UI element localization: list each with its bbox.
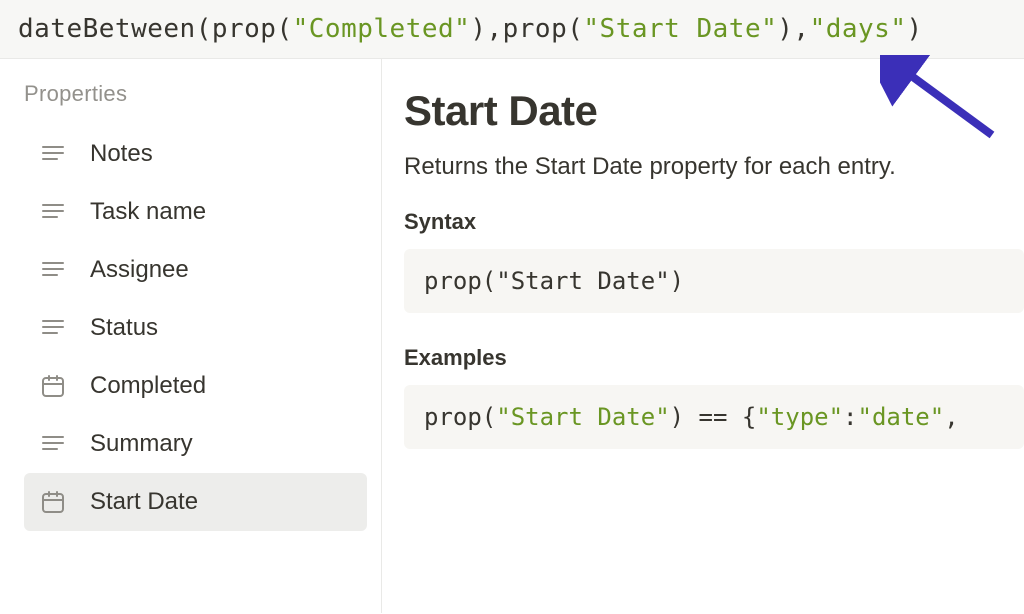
property-item-label: Assignee xyxy=(90,256,357,284)
text-icon xyxy=(36,311,70,345)
formula-token: ) xyxy=(906,14,922,44)
sidebar-heading: Properties xyxy=(24,81,367,107)
property-item-status[interactable]: Status xyxy=(24,299,367,357)
properties-sidebar: Properties Notes Task name Assignee Status C… xyxy=(0,59,382,613)
property-item-label: Status xyxy=(90,314,357,342)
property-item-label: Task name xyxy=(90,198,357,226)
property-item-summary[interactable]: Summary xyxy=(24,415,367,473)
formula-token: ( xyxy=(567,14,583,44)
detail-description: Returns the Start Date property for each… xyxy=(404,153,1024,181)
formula-token: dateBetween xyxy=(18,14,196,44)
syntax-code-block[interactable]: prop("Start Date") xyxy=(404,249,1024,313)
examples-heading: Examples xyxy=(404,345,1024,371)
formula-token: ( xyxy=(276,14,292,44)
properties-list: Notes Task name Assignee Status Completed Sum… xyxy=(24,125,367,531)
code-token: "date" xyxy=(858,403,945,431)
property-item-notes[interactable]: Notes xyxy=(24,125,367,183)
code-token: ( xyxy=(482,403,496,431)
code-token: prop xyxy=(424,403,482,431)
property-item-label: Start Date xyxy=(90,488,357,516)
property-item-assignee[interactable]: Assignee xyxy=(24,241,367,299)
property-item-completed[interactable]: Completed xyxy=(24,357,367,415)
formula-token: ) xyxy=(777,14,793,44)
property-item-label: Completed xyxy=(90,372,357,400)
property-item-task-name[interactable]: Task name xyxy=(24,183,367,241)
formula-token: ( xyxy=(196,14,212,44)
formula-token: prop xyxy=(503,14,568,44)
property-detail-pane: Start Date Returns the Start Date proper… xyxy=(382,59,1024,613)
code-token: : xyxy=(843,403,857,431)
calendar-icon xyxy=(36,369,70,403)
formula-bar[interactable]: dateBetween(prop("Completed"),prop("Star… xyxy=(0,0,1024,59)
formula-token: "Completed" xyxy=(293,14,471,44)
text-icon xyxy=(36,427,70,461)
example-code-block[interactable]: prop("Start Date") == {"type":"date", xyxy=(404,385,1024,449)
text-icon xyxy=(36,253,70,287)
text-icon xyxy=(36,137,70,171)
detail-title: Start Date xyxy=(404,87,1024,135)
syntax-heading: Syntax xyxy=(404,209,1024,235)
calendar-icon xyxy=(36,485,70,519)
code-token: "Start Date" xyxy=(496,403,669,431)
property-item-label: Summary xyxy=(90,430,357,458)
property-item-start-date[interactable]: Start Date xyxy=(24,473,367,531)
code-token: "type" xyxy=(756,403,843,431)
text-icon xyxy=(36,195,70,229)
formula-token: ) xyxy=(470,14,486,44)
formula-token: "Start Date" xyxy=(583,14,777,44)
property-item-label: Notes xyxy=(90,140,357,168)
code-token: ) == { xyxy=(670,403,757,431)
formula-token: "days" xyxy=(810,14,907,44)
formula-token: , xyxy=(486,14,502,44)
code-token: , xyxy=(944,403,958,431)
formula-token: , xyxy=(793,14,809,44)
formula-token: prop xyxy=(212,14,277,44)
